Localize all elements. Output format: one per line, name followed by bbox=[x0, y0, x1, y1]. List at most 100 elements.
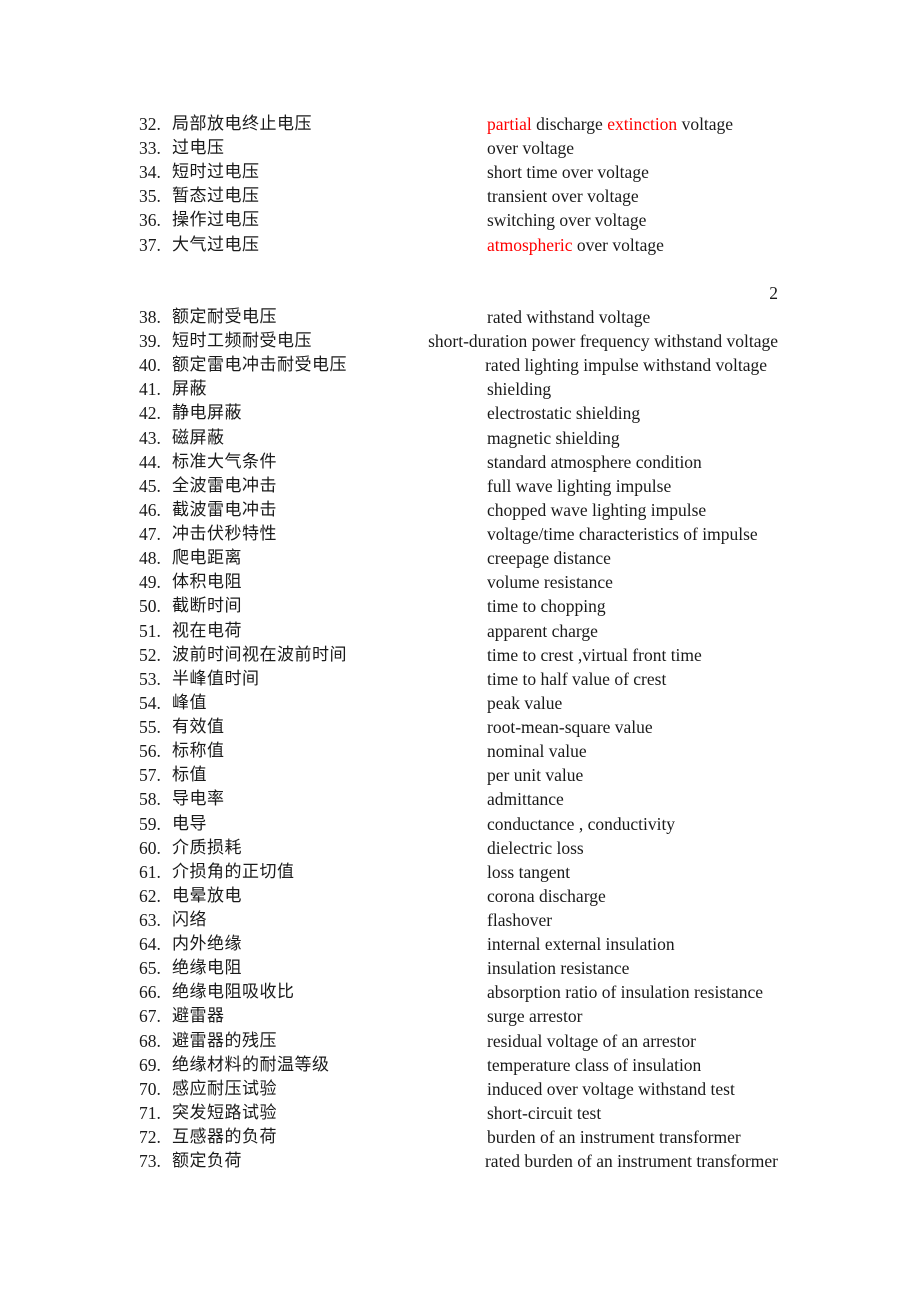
glossary-entry: 54. 峰值 peak value bbox=[0, 691, 920, 715]
chinese-term: 半峰值时间 bbox=[172, 668, 260, 689]
glossary-entry: 62. 电晕放电 corona discharge bbox=[0, 884, 920, 908]
entry-number: 54. bbox=[139, 692, 161, 713]
glossary-entry: 70. 感应耐压试验 induced over voltage withstand … bbox=[0, 1077, 920, 1101]
entry-number: 34. bbox=[139, 162, 161, 183]
english-term: creepage distance bbox=[487, 548, 611, 569]
glossary-entry: 34. 短时过电压 short time over voltage bbox=[0, 160, 920, 184]
entry-number: 62. bbox=[139, 885, 161, 906]
chinese-term: 磁屏蔽 bbox=[172, 427, 225, 448]
chinese-term: 截断时间 bbox=[172, 596, 242, 617]
chinese-term: 感应耐压试验 bbox=[172, 1078, 277, 1099]
chinese-term: 绝缘材料的耐温等级 bbox=[172, 1054, 330, 1075]
english-term: dielectric loss bbox=[487, 837, 584, 858]
entry-number: 50. bbox=[139, 596, 161, 617]
chinese-term: 避雷器 bbox=[172, 1006, 225, 1027]
entry-number: 69. bbox=[139, 1054, 161, 1075]
english-term: conductance , conductivity bbox=[487, 813, 676, 834]
chinese-term: 额定负荷 bbox=[172, 1151, 242, 1172]
glossary-entry: 32. 局部放电终止电压 partial discharge extinction … bbox=[0, 112, 920, 136]
entry-number: 73. bbox=[139, 1151, 161, 1172]
english-term: electrostatic shielding bbox=[487, 403, 641, 424]
chinese-term: 标值 bbox=[172, 765, 207, 786]
chinese-term: 峰值 bbox=[172, 692, 207, 713]
glossary-entry: 60. 介质损耗 dielectric loss bbox=[0, 836, 920, 860]
english-term: internal external insulation bbox=[487, 934, 675, 955]
chinese-term: 视在电荷 bbox=[172, 620, 242, 641]
chinese-term: 导电率 bbox=[172, 789, 225, 810]
entry-number: 67. bbox=[139, 1006, 161, 1027]
entry-number: 36. bbox=[139, 210, 161, 231]
glossary-entry: 67. 避雷器 surge arrestor bbox=[0, 1004, 920, 1028]
english-term: transient over voltage bbox=[487, 186, 639, 207]
entry-number: 46. bbox=[139, 499, 161, 520]
english-term: apparent charge bbox=[487, 620, 598, 641]
english-term: over voltage bbox=[487, 138, 574, 159]
entry-number: 47. bbox=[139, 524, 161, 545]
english-term: absorption ratio of insulation resistanc… bbox=[487, 982, 764, 1003]
entry-number: 63. bbox=[139, 910, 161, 930]
highlighted-word: atmospheric bbox=[487, 234, 573, 255]
glossary-entry: 49. 体积电阻 volume resistance bbox=[0, 570, 920, 594]
glossary-entry: 53. 半峰值时间 time to half value of crest bbox=[0, 667, 920, 691]
glossary-entry: 39. 短时工频耐受电压 short-duration power frequenc… bbox=[0, 329, 920, 353]
english-term: peak value bbox=[487, 692, 563, 713]
english-term: short time over voltage bbox=[487, 162, 649, 183]
english-term: chopped wave lighting impulse bbox=[487, 499, 707, 520]
chinese-term: 绝缘电阻吸收比 bbox=[172, 982, 295, 1003]
glossary-entry: 73. 额定负荷 rated burden of an instrument tra… bbox=[0, 1149, 920, 1173]
glossary-entry: 35. 暂态过电压 transient over voltage bbox=[0, 184, 920, 208]
glossary-entry: 56. 标称值 nominal value bbox=[0, 739, 920, 763]
entry-number: 59. bbox=[139, 813, 161, 834]
entry-number: 38. bbox=[139, 307, 161, 327]
entry-number: 39. bbox=[139, 331, 161, 352]
glossary-entry: 46. 截波雷电冲击 chopped wave lighting impulse bbox=[0, 498, 920, 522]
chinese-term: 避雷器的残压 bbox=[172, 1030, 277, 1051]
glossary-entry: 57. 标值 per unit value bbox=[0, 763, 920, 787]
english-term: partial discharge extinction voltage bbox=[487, 112, 733, 136]
chinese-term: 短时工频耐受电压 bbox=[172, 331, 312, 352]
english-term: time to crest ,virtual front time bbox=[487, 644, 702, 665]
chinese-term: 操作过电压 bbox=[172, 210, 260, 231]
english-term: surge arrestor bbox=[487, 1006, 583, 1027]
english-term: rated burden of an instrument transforme… bbox=[484, 1151, 778, 1172]
entry-number: 44. bbox=[139, 451, 161, 472]
entry-number: 57. bbox=[139, 765, 161, 786]
english-term: rated lighting impulse withstand voltage bbox=[485, 355, 767, 376]
english-term: magnetic shielding bbox=[487, 427, 620, 448]
glossary-entry: 59. 电导 conductance , conductivity bbox=[0, 812, 920, 836]
entry-number: 45. bbox=[139, 475, 161, 496]
glossary-entry: 50. 截断时间 time to chopping bbox=[0, 594, 920, 618]
english-term: nominal value bbox=[487, 741, 587, 762]
glossary-entry: 63. 闪络 flashover bbox=[0, 908, 920, 932]
chinese-term: 突发短路试验 bbox=[172, 1102, 277, 1123]
chinese-term: 体积电阻 bbox=[172, 572, 242, 593]
chinese-term: 额定耐受电压 bbox=[172, 307, 277, 327]
term-text: discharge bbox=[531, 114, 608, 134]
chinese-term: 介质损耗 bbox=[172, 837, 242, 858]
chinese-term: 闪络 bbox=[172, 910, 207, 930]
english-term: corona discharge bbox=[487, 885, 606, 906]
entry-number: 58. bbox=[139, 789, 161, 810]
glossary-entry: 43. 磁屏蔽 magnetic shielding bbox=[0, 426, 920, 450]
glossary-entry: 72. 互感器的负荷 burden of an instrument transfo… bbox=[0, 1125, 920, 1149]
english-term: rated withstand voltage bbox=[487, 307, 651, 327]
entry-number: 66. bbox=[139, 982, 161, 1003]
english-term: burden of an instrument transformer bbox=[487, 1127, 741, 1148]
chinese-term: 标准大气条件 bbox=[172, 451, 277, 472]
entry-number: 70. bbox=[139, 1078, 161, 1099]
entry-number: 52. bbox=[139, 644, 161, 665]
entry-number: 72. bbox=[139, 1127, 161, 1148]
entry-number: 68. bbox=[139, 1030, 161, 1051]
chinese-term: 短时过电压 bbox=[172, 162, 260, 183]
term-text: over voltage bbox=[572, 234, 664, 255]
glossary-entry: 33. 过电压 over voltage bbox=[0, 136, 920, 160]
english-term: atmospheric over voltage bbox=[487, 233, 664, 257]
entry-number: 56. bbox=[139, 741, 161, 762]
entry-number: 41. bbox=[139, 379, 161, 400]
glossary-entry: 64. 内外绝缘 internal external insulation bbox=[0, 932, 920, 956]
entry-number: 43. bbox=[139, 427, 161, 448]
chinese-term: 爬电距离 bbox=[172, 548, 242, 569]
glossary-entry: 37. 大气过电压 atmospheric over voltage bbox=[0, 233, 920, 257]
glossary-entry: 44. 标准大气条件 standard atmosphere condition bbox=[0, 450, 920, 474]
chinese-term: 内外绝缘 bbox=[172, 934, 242, 955]
